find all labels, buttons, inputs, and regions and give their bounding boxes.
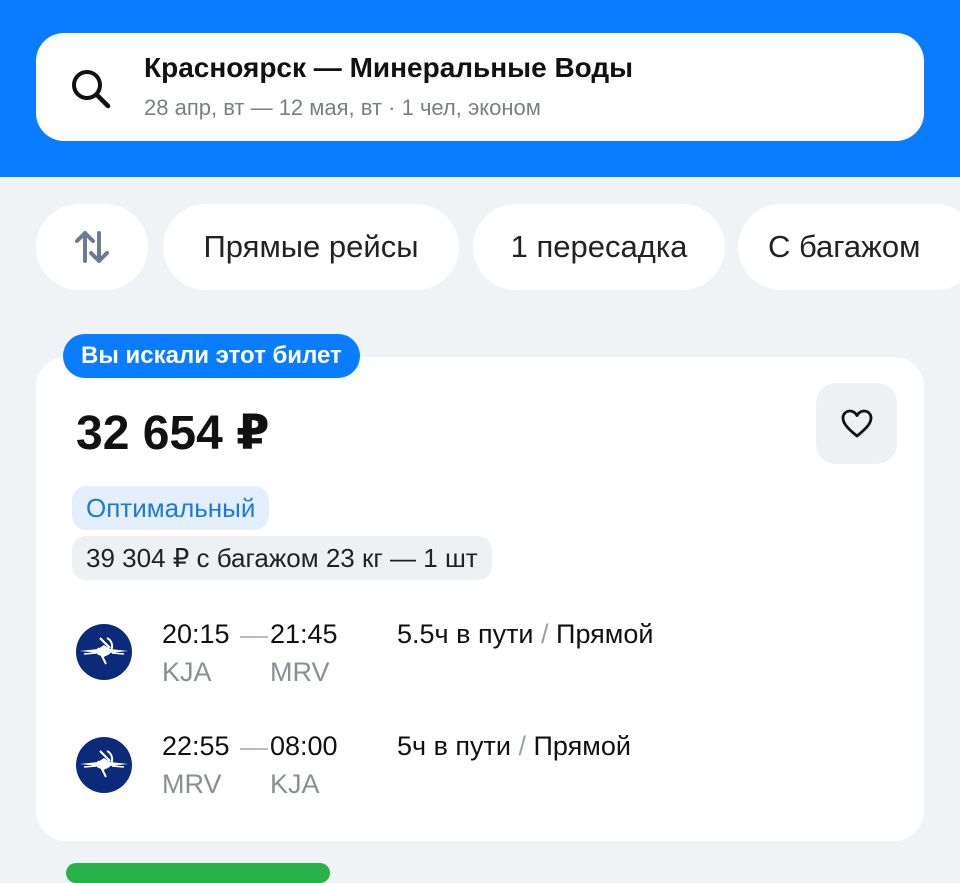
searched-ticket-badge: Вы искали этот билет	[63, 334, 360, 378]
arrival-time: 08:00	[270, 731, 338, 761]
arrival-airport: MRV	[270, 657, 330, 687]
flight-duration-info: 5.5ч в пути / Прямой	[397, 619, 653, 650]
time-separator	[240, 636, 268, 638]
flight-stops: Прямой	[556, 619, 654, 649]
filter-with-baggage[interactable]: С багажом	[738, 204, 960, 290]
separator-slash: /	[511, 731, 534, 761]
filter-direct-flights[interactable]: Прямые рейсы	[163, 204, 459, 290]
sort-arrows-icon	[75, 231, 109, 263]
departure-airport: KJA	[162, 657, 212, 687]
route-title[interactable]: Красноярск — Минеральные Воды	[144, 52, 633, 84]
separator-slash: /	[533, 619, 557, 649]
flight-duration-info: 5ч в пути / Прямой	[397, 731, 631, 762]
search-summary[interactable]	[36, 33, 924, 141]
flight-duration: 5.5ч в пути	[397, 619, 534, 649]
search-icon[interactable]	[68, 66, 112, 110]
baggage-price: 39 304 ₽ с багажом 23 кг — 1 шт	[72, 536, 492, 580]
departure-airport: MRV	[162, 769, 222, 799]
heart-icon	[841, 409, 872, 437]
arrival-airport: KJA	[270, 769, 320, 799]
sort-button[interactable]	[36, 204, 148, 290]
airline-logo-icon	[76, 737, 132, 793]
filter-one-transfer[interactable]: 1 пересадка	[473, 204, 725, 290]
airline-logo-icon	[76, 624, 132, 680]
flight-duration: 5ч в пути	[397, 731, 511, 761]
flight-stops: Прямой	[533, 731, 631, 761]
search-details[interactable]: 28 апр, вт — 12 мая, вт · 1 чел, эконом	[144, 95, 541, 121]
arrival-time: 21:45	[270, 619, 338, 649]
next-ticket-badge	[66, 863, 330, 883]
ticket-price: 32 654 ₽	[76, 407, 270, 460]
departure-time: 22:55	[162, 731, 230, 761]
departure-time: 20:15	[162, 619, 230, 649]
time-separator	[240, 748, 268, 750]
optimal-tag: Оптимальный	[72, 486, 270, 530]
favorite-button[interactable]	[816, 383, 897, 464]
